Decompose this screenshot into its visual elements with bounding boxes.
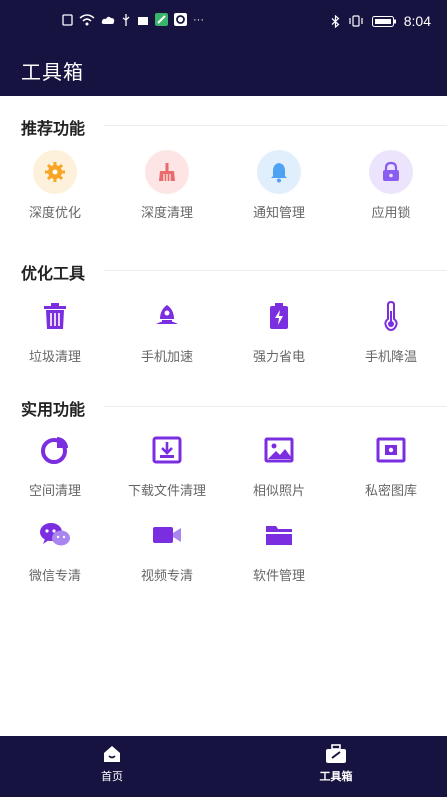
map-icon bbox=[155, 13, 168, 26]
folder-icon bbox=[255, 511, 303, 559]
section-title-recommended: 推荐功能 bbox=[21, 119, 86, 138]
tool-junk-clean[interactable]: 垃圾清理 bbox=[0, 292, 110, 365]
tool-label: 强力省电 bbox=[252, 350, 305, 365]
tool-app-manage[interactable]: 软件管理 bbox=[224, 511, 334, 584]
notification-icon bbox=[138, 16, 148, 25]
status-right-icons: 8:04 bbox=[331, 13, 431, 29]
home-icon bbox=[104, 746, 120, 762]
toolbox-content: 推荐功能 深度优化 深度清理 通知管理 应用锁 优化工具 垃圾清理 手机加速 强… bbox=[0, 96, 447, 736]
tool-label: 深度优化 bbox=[28, 206, 81, 221]
more-icon: ··· bbox=[193, 13, 204, 26]
page-title: 工具箱 bbox=[21, 60, 84, 84]
tool-label: 相似照片 bbox=[252, 484, 305, 499]
image-icon bbox=[255, 426, 303, 474]
tool-deep-optimize[interactable]: 深度优化 bbox=[0, 148, 110, 221]
tool-wechat-clean[interactable]: 微信专清 bbox=[0, 511, 110, 584]
status-time: 8:04 bbox=[403, 13, 431, 29]
tool-power-save[interactable]: 强力省电 bbox=[224, 292, 334, 365]
tool-video-clean[interactable]: 视频专清 bbox=[112, 511, 222, 584]
download-icon bbox=[143, 426, 191, 474]
tool-app-lock[interactable]: 应用锁 bbox=[336, 148, 446, 221]
tool-label: 视频专清 bbox=[140, 569, 193, 584]
tool-label: 深度清理 bbox=[140, 206, 193, 221]
tool-similar-photos[interactable]: 相似照片 bbox=[224, 426, 334, 499]
wechat-icon bbox=[31, 511, 79, 559]
toolbox-icon bbox=[326, 744, 346, 763]
section-title-utilities: 实用功能 bbox=[21, 400, 86, 419]
section-divider bbox=[104, 270, 447, 271]
battery-icon bbox=[371, 15, 396, 27]
cloud-icon bbox=[101, 16, 115, 24]
tool-download-clean[interactable]: 下载文件清理 bbox=[112, 426, 222, 499]
bluetooth-icon bbox=[331, 14, 340, 28]
tool-label: 应用锁 bbox=[371, 206, 411, 221]
section-divider bbox=[104, 406, 447, 407]
rocket-icon bbox=[143, 292, 191, 340]
tool-label: 手机降温 bbox=[364, 350, 417, 365]
thermometer-icon bbox=[367, 292, 415, 340]
private-gallery-icon bbox=[367, 426, 415, 474]
tab-label: 首页 bbox=[101, 770, 123, 783]
tool-phone-cool[interactable]: 手机降温 bbox=[336, 292, 446, 365]
usb-icon bbox=[122, 13, 130, 26]
tab-toolbox[interactable]: 工具箱 bbox=[286, 744, 386, 784]
app-header: 工具箱 bbox=[0, 42, 447, 96]
gear-icon bbox=[33, 150, 77, 194]
tool-label: 通知管理 bbox=[252, 206, 305, 221]
tool-label: 私密图库 bbox=[364, 484, 417, 499]
bottom-tab-bar: 首页 工具箱 bbox=[0, 736, 447, 797]
trash-icon bbox=[31, 292, 79, 340]
tab-home[interactable]: 首页 bbox=[62, 744, 162, 784]
tool-space-clean[interactable]: 空间清理 bbox=[0, 426, 110, 499]
tool-phone-boost[interactable]: 手机加速 bbox=[112, 292, 222, 365]
tool-notification-manage[interactable]: 通知管理 bbox=[224, 148, 334, 221]
tool-deep-clean[interactable]: 深度清理 bbox=[112, 148, 222, 221]
tool-label: 垃圾清理 bbox=[28, 350, 81, 365]
tool-label: 软件管理 bbox=[252, 569, 305, 584]
tool-label: 手机加速 bbox=[140, 350, 193, 365]
tool-label: 空间清理 bbox=[28, 484, 81, 499]
status-bar: ··· 8:04 bbox=[0, 0, 447, 42]
status-left-icons: ··· bbox=[62, 13, 204, 26]
battery-bolt-icon bbox=[255, 292, 303, 340]
broom-icon bbox=[145, 150, 189, 194]
tool-label: 微信专清 bbox=[28, 569, 81, 584]
sim-icon bbox=[62, 13, 73, 26]
tab-label: 工具箱 bbox=[319, 770, 353, 783]
wifi-icon bbox=[79, 13, 95, 25]
tool-label: 下载文件清理 bbox=[127, 484, 206, 499]
app-icon bbox=[174, 13, 187, 26]
lock-icon bbox=[369, 150, 413, 194]
section-divider bbox=[104, 125, 447, 126]
pie-chart-icon bbox=[31, 426, 79, 474]
section-title-optimize: 优化工具 bbox=[21, 264, 86, 283]
video-icon bbox=[143, 511, 191, 559]
tool-private-gallery[interactable]: 私密图库 bbox=[336, 426, 446, 499]
vibrate-icon bbox=[349, 15, 363, 27]
bell-icon bbox=[257, 150, 301, 194]
